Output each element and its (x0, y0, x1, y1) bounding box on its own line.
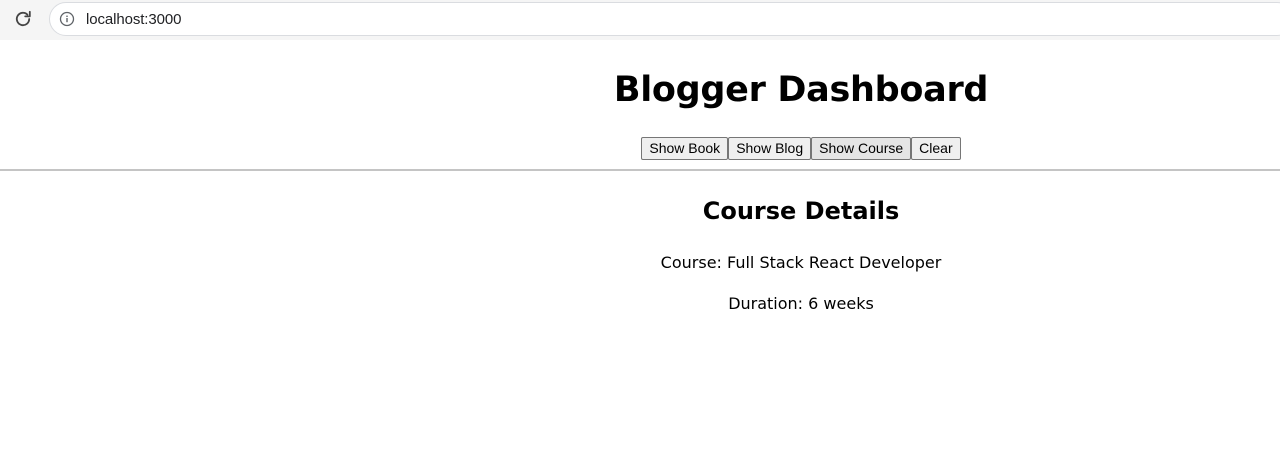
show-blog-button[interactable]: Show Blog (728, 137, 812, 160)
show-course-button[interactable]: Show Course (811, 137, 912, 160)
show-book-button[interactable]: Show Book (641, 137, 729, 160)
button-group: Show Book Show Blog Show Course Clear (322, 137, 1280, 160)
clear-button[interactable]: Clear (911, 137, 961, 160)
browser-toolbar: localhost:3000 (0, 0, 1280, 40)
divider (0, 169, 1280, 171)
course-duration: Duration: 6 weeks (728, 294, 874, 313)
page-content: Blogger Dashboard Show Book Show Blog Sh… (0, 40, 1280, 460)
section-title: Course Details (702, 197, 900, 225)
page-title: Blogger Dashboard (613, 70, 989, 110)
info-icon[interactable] (59, 11, 75, 27)
course-name: Course: Full Stack React Developer (660, 253, 942, 272)
reload-button[interactable] (11, 8, 35, 30)
url-text: localhost:3000 (86, 10, 182, 28)
address-bar[interactable]: localhost:3000 (49, 2, 1280, 36)
reload-icon (15, 10, 31, 27)
